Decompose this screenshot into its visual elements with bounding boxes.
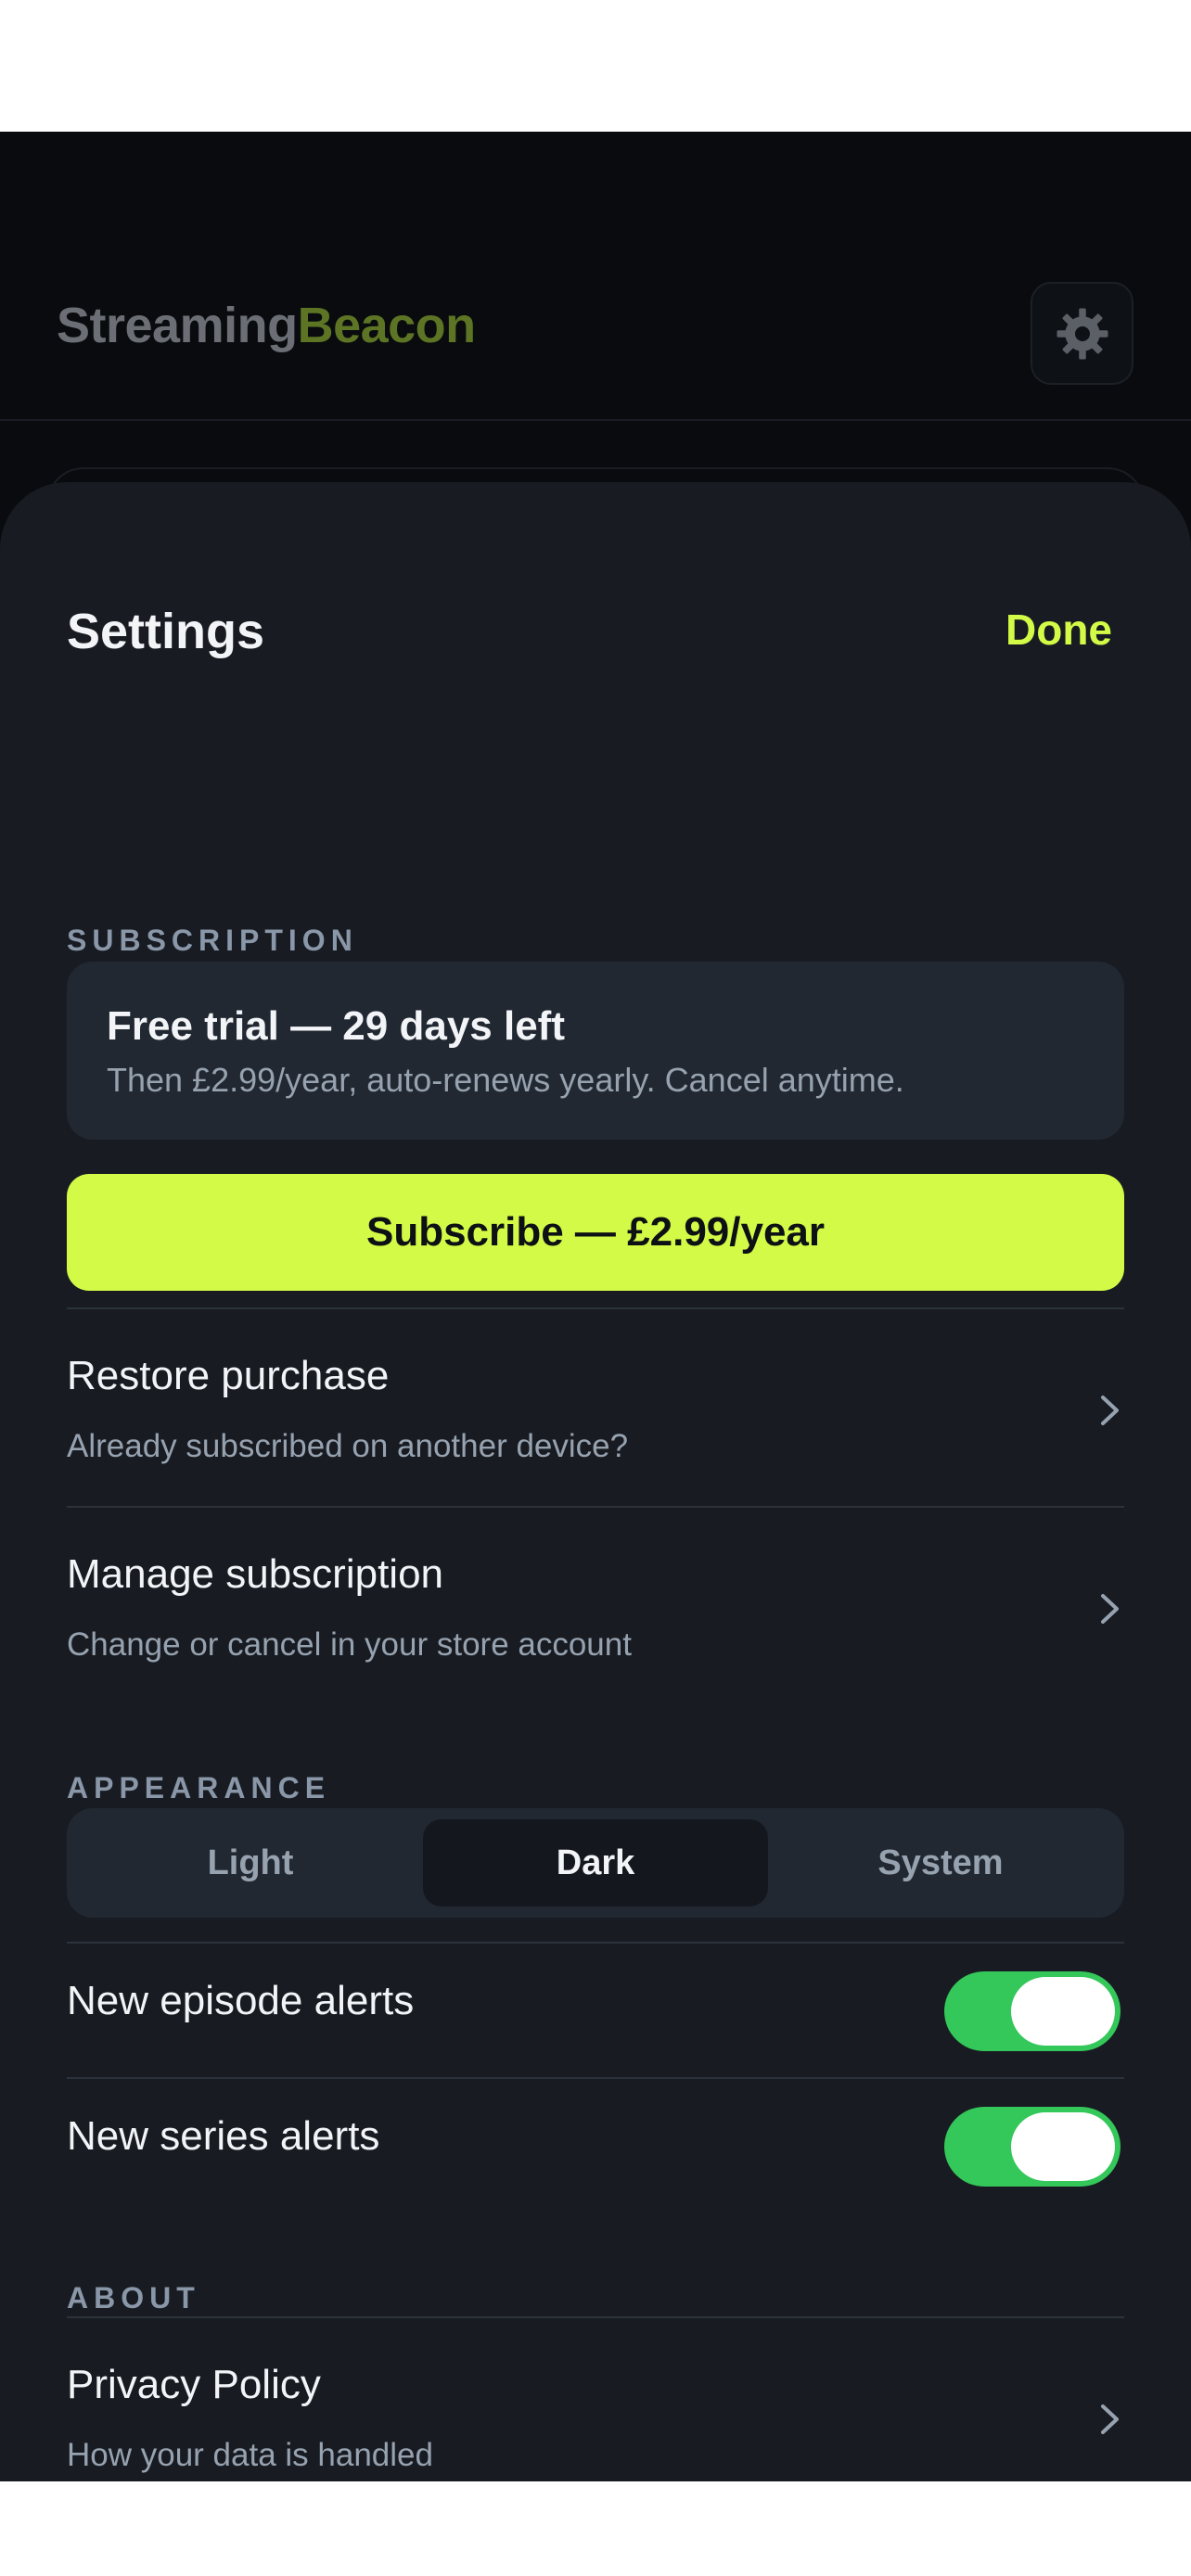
trial-title: Free trial — 29 days left [107,1003,565,1049]
app-logo: StreamingBeacon [57,300,476,351]
toggle-knob [1011,2112,1115,2181]
chevron-right-icon [1101,1594,1119,1624]
trial-subtitle: Then £2.99/year, auto-renews yearly. Can… [107,1061,904,1099]
restore-purchase-row[interactable]: Restore purchase Already subscribed on a… [67,1309,1124,1506]
episode-alerts-row: New episode alerts [67,1944,1124,2077]
status-bar-area [0,0,1191,132]
appearance-option-dark[interactable]: Dark [423,1819,768,1906]
subscribe-button[interactable]: Subscribe — £2.99/year [67,1174,1124,1291]
appearance-option-system[interactable]: System [768,1819,1113,1906]
chevron-right-icon [1101,2404,1119,2434]
restore-purchase-subtitle: Already subscribed on another device? [67,1428,629,1464]
trial-status-card: Free trial — 29 days left Then £2.99/yea… [67,962,1124,1140]
manage-subscription-subtitle: Change or cancel in your store account [67,1626,632,1663]
privacy-policy-row[interactable]: Privacy Policy How your data is handled [67,2318,1124,2481]
manage-subscription-title: Manage subscription [67,1551,444,1597]
section-label-appearance: APPEARANCE [67,1771,331,1804]
gear-icon [1057,308,1108,359]
home-indicator-area [0,2481,1191,2576]
brand-name-part-2: Beacon [297,298,477,353]
done-button[interactable]: Done [1005,608,1112,651]
app-header: StreamingBeacon [0,132,1191,421]
privacy-policy-title: Privacy Policy [67,2362,321,2407]
toggle-knob [1011,1977,1115,2046]
section-label-subscription: SUBSCRIPTION [67,924,358,957]
app-background: StreamingBeacon Settings Done SUBSCRIPTI… [0,132,1191,2481]
sheet-title: Settings [67,604,265,659]
series-alerts-label: New series alerts [67,2113,380,2159]
brand-name-part-1: Streaming [57,298,298,353]
section-label-about: ABOUT [67,2281,200,2315]
manage-subscription-row[interactable]: Manage subscription Change or cancel in … [67,1508,1124,1704]
chevron-right-icon [1101,1396,1119,1425]
privacy-policy-subtitle: How your data is handled [67,2437,433,2473]
series-alerts-row: New series alerts [67,2079,1124,2213]
series-alerts-toggle[interactable] [944,2107,1121,2187]
appearance-option-light[interactable]: Light [78,1819,423,1906]
settings-sheet: Settings Done SUBSCRIPTION Free trial — … [0,482,1191,2481]
appearance-segmented-control: Light Dark System [67,1808,1124,1918]
episode-alerts-toggle[interactable] [944,1971,1121,2051]
episode-alerts-label: New episode alerts [67,1978,415,2023]
restore-purchase-title: Restore purchase [67,1353,390,1398]
settings-button[interactable] [1031,282,1133,385]
